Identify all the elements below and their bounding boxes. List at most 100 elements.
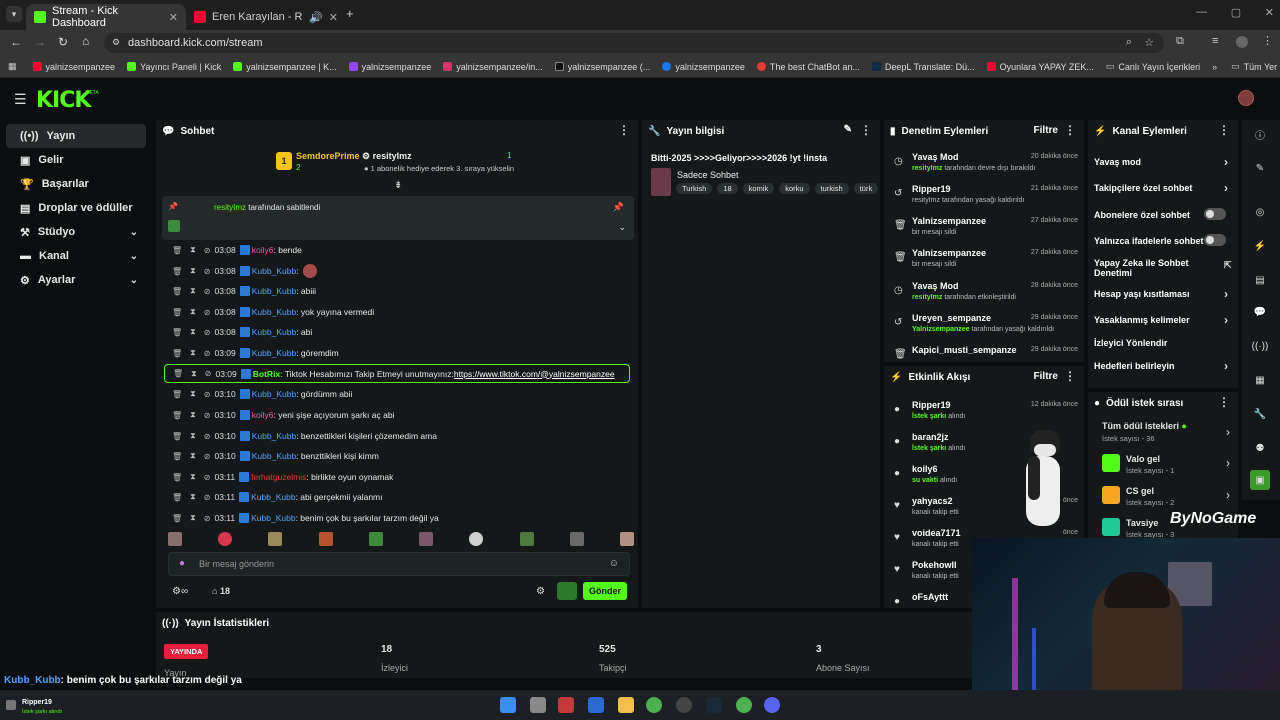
chat-username[interactable]: Kubb_Kubb <box>252 431 296 441</box>
zoom-icon[interactable]: ⌕ <box>1126 36 1132 49</box>
apps-icon[interactable]: ▦ <box>8 61 17 72</box>
sidebar-item-ayarlar[interactable]: ⚙ Ayarlar ⌄ <box>6 268 146 292</box>
timeout-icon[interactable]: ⧗ <box>190 327 196 337</box>
emote[interactable] <box>619 532 634 546</box>
ban-icon[interactable]: ⊘ <box>204 308 211 317</box>
timeout-icon[interactable]: ⧗ <box>190 451 196 461</box>
start-icon[interactable] <box>500 697 516 713</box>
chrome-icon[interactable] <box>736 697 752 713</box>
users-icon[interactable]: ⚉ <box>1250 438 1270 458</box>
timeout-icon[interactable]: ⧗ <box>190 492 196 502</box>
chevron-right-icon[interactable]: › <box>1226 425 1230 439</box>
hamburger-menu-icon[interactable]: ☰ <box>14 91 27 108</box>
sidebar-item-studyo[interactable]: ⚒ Stüdyo ⌄ <box>6 220 146 244</box>
timeout-icon[interactable]: ⧗ <box>190 431 196 441</box>
discord-icon[interactable] <box>764 697 780 713</box>
banned-words-action[interactable]: Yasaklanmış kelimeler › <box>1094 313 1234 327</box>
tab-kick-dashboard[interactable]: Stream - Kick Dashboard ✕ <box>26 4 186 30</box>
tab-search-button[interactable]: ▾ <box>6 6 22 22</box>
broadcast-icon[interactable]: ((·)) <box>1250 336 1270 356</box>
back-icon[interactable]: ← <box>10 35 22 49</box>
bot-icon[interactable] <box>557 582 577 600</box>
timeout-icon[interactable]: ⧗ <box>190 245 196 255</box>
reward-tavsiye[interactable]: Tavsiye <box>1126 518 1158 528</box>
app-icon[interactable] <box>588 697 604 713</box>
chrome-icon[interactable] <box>646 697 662 713</box>
ban-icon[interactable]: ⊘ <box>204 390 211 399</box>
ban-icon[interactable]: ⊘ <box>204 328 211 337</box>
bookmark[interactable]: Yayıncı Paneli | Kick <box>127 62 221 72</box>
reward-valo[interactable]: Valo gel <box>1126 454 1160 464</box>
sidebar-item-droplar[interactable]: ▤ Droplar ve ödüller <box>6 196 146 220</box>
ban-icon[interactable]: ⊘ <box>205 369 212 378</box>
ban-icon[interactable]: ⊘ <box>204 349 211 358</box>
emote[interactable] <box>569 532 584 546</box>
timeout-icon[interactable]: ⧗ <box>190 513 196 523</box>
emote-only-toggle[interactable]: Yalnızca ifadelerle sohbet <box>1094 234 1234 246</box>
bookmark[interactable]: Oyunlara YAPAY ZEK... <box>986 62 1094 72</box>
mod-action-item[interactable]: ◷ Yavaş Mod resityImz tarafından devre dış… <box>892 150 1078 182</box>
bot-icon[interactable]: ▣ <box>1250 470 1270 490</box>
media-icon[interactable]: ≡ <box>1212 35 1218 47</box>
bookmark[interactable]: yalnizsempanzee (... <box>554 62 650 72</box>
emote[interactable] <box>168 532 182 546</box>
ban-icon[interactable]: ⊘ <box>204 287 211 296</box>
top-gifter-name[interactable]: SemdorePrime <box>296 151 360 161</box>
ban-icon[interactable]: ⊘ <box>204 493 211 502</box>
chat-username[interactable]: Kubb_Kubb <box>252 389 296 399</box>
chat-username[interactable]: Kubb_Kubb <box>252 451 296 461</box>
sidebar-item-gelir[interactable]: ▣ Gelir <box>6 148 146 172</box>
mod-action-item[interactable]: ↺ Ureyen_sempanze Yalnizsempanzee tarafınd… <box>892 311 1078 343</box>
toggle-switch[interactable] <box>1204 234 1226 246</box>
host-viewers-action[interactable]: İzleyici Yönlendir <box>1094 338 1234 348</box>
app-icon[interactable] <box>558 697 574 713</box>
bookmark[interactable]: yalnizsempanzee <box>662 62 745 72</box>
microphone-icon[interactable]: ● <box>179 558 185 569</box>
delete-icon[interactable]: 🗑 <box>172 390 182 399</box>
emote[interactable] <box>469 532 484 546</box>
close-icon[interactable]: ✕ <box>329 11 338 24</box>
profile-avatar[interactable] <box>1236 36 1248 48</box>
chat-username[interactable]: koily6 <box>252 245 274 255</box>
calendar-icon[interactable]: ▦ <box>1250 370 1270 390</box>
task-view-icon[interactable] <box>530 697 546 713</box>
delete-icon[interactable]: 🗑 <box>172 473 182 482</box>
chat-username[interactable]: Kubb_Kubb <box>252 286 296 296</box>
target-icon[interactable]: ◎ <box>1250 202 1270 222</box>
more-options-icon[interactable]: ⋮ <box>1218 124 1230 136</box>
filter-button[interactable]: Filtre <box>1034 125 1058 136</box>
ban-icon[interactable]: ⊘ <box>204 411 211 420</box>
chevron-right-icon[interactable]: › <box>1226 488 1230 502</box>
all-reward-requests[interactable]: Tüm ödül istekleri ● <box>1102 421 1187 431</box>
message-link[interactable]: https://www.tiktok.com/@yalnizsempanzee <box>454 369 615 379</box>
more-bookmarks-icon[interactable]: » <box>1212 62 1217 72</box>
timeout-icon[interactable]: ⧗ <box>191 369 197 379</box>
home-icon[interactable]: ⌂ <box>82 34 89 48</box>
scroll-down-icon[interactable]: ⇟ <box>394 180 402 191</box>
delete-icon[interactable]: 🗑 <box>172 349 182 358</box>
bolt-icon[interactable]: ⚡ <box>1250 236 1270 256</box>
sidebar-item-kanal[interactable]: ▬ Kanal ⌄ <box>6 244 146 268</box>
unpin-icon[interactable]: 📌 <box>613 202 624 213</box>
kick-logo[interactable]: KICK <box>36 88 91 113</box>
more-options-icon[interactable]: ⋮ <box>1064 370 1076 382</box>
site-info-icon[interactable]: ⚙ <box>112 37 120 48</box>
extensions-icon[interactable]: ⧉ <box>1176 35 1184 48</box>
account-age-action[interactable]: Hesap yaşı kısıtlaması › <box>1094 287 1234 301</box>
chat-username[interactable]: Kubb_Kubb <box>252 266 296 276</box>
delete-icon[interactable]: 🗑 <box>172 493 182 502</box>
ban-icon[interactable]: ⊘ <box>204 514 211 523</box>
delete-icon[interactable]: 🗑 <box>172 452 182 461</box>
chat-username[interactable]: koily6 <box>252 410 274 420</box>
filter-button[interactable]: Filtre <box>1034 371 1058 382</box>
chat-username[interactable]: Kubb_Kubb <box>252 327 296 337</box>
more-options-icon[interactable]: ⋮ <box>1064 124 1076 136</box>
more-options-icon[interactable]: ⋮ <box>860 124 872 136</box>
pencil-icon[interactable]: ✎ <box>1250 158 1270 178</box>
bookmark[interactable]: yalnizsempanzee <box>32 62 115 72</box>
file-explorer-icon[interactable] <box>618 697 634 713</box>
user-avatar[interactable] <box>1238 90 1254 106</box>
bookmark[interactable]: yalnizsempanzee <box>348 62 431 72</box>
timeout-icon[interactable]: ⧗ <box>190 410 196 420</box>
timeout-icon[interactable]: ⧗ <box>190 307 196 317</box>
